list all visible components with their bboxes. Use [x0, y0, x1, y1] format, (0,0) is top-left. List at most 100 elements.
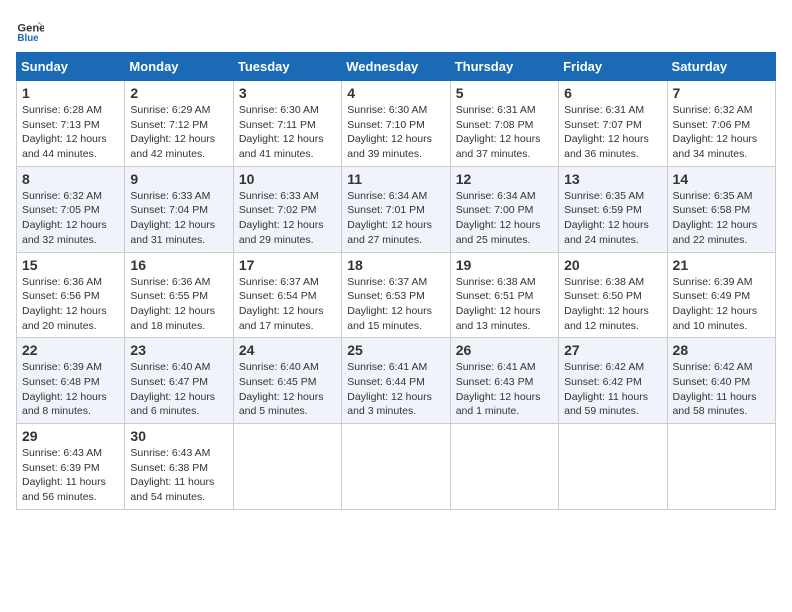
calendar-cell: 25 Sunrise: 6:41 AMSunset: 6:44 PMDayligh…: [342, 338, 450, 424]
calendar-cell: 17Sunrise: 6:37 AMSunset: 6:54 PMDayligh…: [233, 252, 341, 338]
calendar-cell: 28 Sunrise: 6:42 AMSunset: 6:40 PMDayligh…: [667, 338, 775, 424]
day-info: Sunrise: 6:33 AMSunset: 7:04 PMDaylight:…: [130, 189, 227, 248]
calendar-week-3: 15 Sunrise: 6:36 AMSunset: 6:56 PMDayligh…: [17, 252, 776, 338]
day-number: 16: [130, 257, 227, 273]
day-info: Sunrise: 6:38 AMSunset: 6:51 PMDaylight:…: [456, 275, 553, 334]
day-number: 23: [130, 342, 227, 358]
calendar-cell: 21Sunrise: 6:39 AMSunset: 6:49 PMDayligh…: [667, 252, 775, 338]
day-info: Sunrise: 6:43 AMSunset: 6:39 PMDaylight:…: [22, 446, 119, 505]
weekday-header-saturday: Saturday: [667, 53, 775, 81]
day-number: 18: [347, 257, 444, 273]
calendar-cell: 20 Sunrise: 6:38 AMSunset: 6:50 PMDayligh…: [559, 252, 667, 338]
weekday-header-wednesday: Wednesday: [342, 53, 450, 81]
calendar-cell: 24 Sunrise: 6:40 AMSunset: 6:45 PMDayligh…: [233, 338, 341, 424]
calendar-cell: 29 Sunrise: 6:43 AMSunset: 6:39 PMDayligh…: [17, 424, 125, 510]
day-info: Sunrise: 6:37 AMSunset: 6:54 PMDaylight:…: [239, 275, 336, 334]
calendar-cell: 19 Sunrise: 6:38 AMSunset: 6:51 PMDayligh…: [450, 252, 558, 338]
calendar-cell: [450, 424, 558, 510]
calendar-cell: 6 Sunrise: 6:31 AMSunset: 7:07 PMDaylight…: [559, 81, 667, 167]
day-number: 15: [22, 257, 119, 273]
day-info: Sunrise: 6:31 AMSunset: 7:07 PMDaylight:…: [564, 103, 661, 162]
calendar-cell: 3 Sunrise: 6:30 AMSunset: 7:11 PMDaylight…: [233, 81, 341, 167]
calendar-table: SundayMondayTuesdayWednesdayThursdayFrid…: [16, 52, 776, 510]
day-number: 7: [673, 85, 770, 101]
calendar-cell: 18 Sunrise: 6:37 AMSunset: 6:53 PMDayligh…: [342, 252, 450, 338]
calendar-week-5: 29 Sunrise: 6:43 AMSunset: 6:39 PMDayligh…: [17, 424, 776, 510]
day-number: 28: [673, 342, 770, 358]
day-number: 25: [347, 342, 444, 358]
weekday-header-tuesday: Tuesday: [233, 53, 341, 81]
day-info: Sunrise: 6:35 AMSunset: 6:58 PMDaylight:…: [673, 189, 770, 248]
day-info: Sunrise: 6:31 AMSunset: 7:08 PMDaylight:…: [456, 103, 553, 162]
calendar-cell: 1 Sunrise: 6:28 AMSunset: 7:13 PMDaylight…: [17, 81, 125, 167]
day-info: Sunrise: 6:32 AMSunset: 7:05 PMDaylight:…: [22, 189, 119, 248]
calendar-cell: [233, 424, 341, 510]
calendar-cell: [559, 424, 667, 510]
logo: General Blue: [16, 16, 48, 44]
day-number: 4: [347, 85, 444, 101]
day-info: Sunrise: 6:30 AMSunset: 7:10 PMDaylight:…: [347, 103, 444, 162]
day-number: 26: [456, 342, 553, 358]
day-info: Sunrise: 6:30 AMSunset: 7:11 PMDaylight:…: [239, 103, 336, 162]
calendar-cell: 10 Sunrise: 6:33 AMSunset: 7:02 PMDayligh…: [233, 166, 341, 252]
day-number: 24: [239, 342, 336, 358]
calendar-week-2: 8 Sunrise: 6:32 AMSunset: 7:05 PMDaylight…: [17, 166, 776, 252]
calendar-cell: 4 Sunrise: 6:30 AMSunset: 7:10 PMDaylight…: [342, 81, 450, 167]
calendar-body: 1 Sunrise: 6:28 AMSunset: 7:13 PMDaylight…: [17, 81, 776, 510]
day-number: 9: [130, 171, 227, 187]
day-info: Sunrise: 6:42 AMSunset: 6:42 PMDaylight:…: [564, 360, 661, 419]
calendar-cell: 26Sunrise: 6:41 AMSunset: 6:43 PMDayligh…: [450, 338, 558, 424]
day-number: 29: [22, 428, 119, 444]
calendar-cell: 2Sunrise: 6:29 AMSunset: 7:12 PMDaylight…: [125, 81, 233, 167]
day-number: 20: [564, 257, 661, 273]
day-number: 27: [564, 342, 661, 358]
day-number: 19: [456, 257, 553, 273]
day-info: Sunrise: 6:28 AMSunset: 7:13 PMDaylight:…: [22, 103, 119, 162]
weekday-header-row: SundayMondayTuesdayWednesdayThursdayFrid…: [17, 53, 776, 81]
calendar-cell: 8 Sunrise: 6:32 AMSunset: 7:05 PMDaylight…: [17, 166, 125, 252]
day-number: 14: [673, 171, 770, 187]
day-info: Sunrise: 6:40 AMSunset: 6:47 PMDaylight:…: [130, 360, 227, 419]
calendar-cell: 30Sunrise: 6:43 AMSunset: 6:38 PMDayligh…: [125, 424, 233, 510]
day-number: 3: [239, 85, 336, 101]
day-info: Sunrise: 6:41 AMSunset: 6:44 PMDaylight:…: [347, 360, 444, 419]
day-number: 5: [456, 85, 553, 101]
calendar-cell: 14 Sunrise: 6:35 AMSunset: 6:58 PMDayligh…: [667, 166, 775, 252]
day-info: Sunrise: 6:39 AMSunset: 6:49 PMDaylight:…: [673, 275, 770, 334]
calendar-week-1: 1 Sunrise: 6:28 AMSunset: 7:13 PMDaylight…: [17, 81, 776, 167]
weekday-header-sunday: Sunday: [17, 53, 125, 81]
day-info: Sunrise: 6:40 AMSunset: 6:45 PMDaylight:…: [239, 360, 336, 419]
day-number: 10: [239, 171, 336, 187]
day-info: Sunrise: 6:37 AMSunset: 6:53 PMDaylight:…: [347, 275, 444, 334]
day-number: 30: [130, 428, 227, 444]
calendar-cell: 15 Sunrise: 6:36 AMSunset: 6:56 PMDayligh…: [17, 252, 125, 338]
day-number: 1: [22, 85, 119, 101]
day-info: Sunrise: 6:42 AMSunset: 6:40 PMDaylight:…: [673, 360, 770, 419]
weekday-header-monday: Monday: [125, 53, 233, 81]
calendar-cell: 16 Sunrise: 6:36 AMSunset: 6:55 PMDayligh…: [125, 252, 233, 338]
day-info: Sunrise: 6:35 AMSunset: 6:59 PMDaylight:…: [564, 189, 661, 248]
calendar-cell: 5 Sunrise: 6:31 AMSunset: 7:08 PMDaylight…: [450, 81, 558, 167]
day-info: Sunrise: 6:39 AMSunset: 6:48 PMDaylight:…: [22, 360, 119, 419]
day-info: Sunrise: 6:36 AMSunset: 6:56 PMDaylight:…: [22, 275, 119, 334]
day-info: Sunrise: 6:34 AMSunset: 7:00 PMDaylight:…: [456, 189, 553, 248]
calendar-cell: 9 Sunrise: 6:33 AMSunset: 7:04 PMDaylight…: [125, 166, 233, 252]
calendar-cell: 11 Sunrise: 6:34 AMSunset: 7:01 PMDayligh…: [342, 166, 450, 252]
day-number: 8: [22, 171, 119, 187]
day-info: Sunrise: 6:34 AMSunset: 7:01 PMDaylight:…: [347, 189, 444, 248]
day-number: 13: [564, 171, 661, 187]
day-number: 11: [347, 171, 444, 187]
calendar-cell: 7 Sunrise: 6:32 AMSunset: 7:06 PMDaylight…: [667, 81, 775, 167]
day-number: 22: [22, 342, 119, 358]
calendar-cell: 22 Sunrise: 6:39 AMSunset: 6:48 PMDayligh…: [17, 338, 125, 424]
calendar-cell: 13 Sunrise: 6:35 AMSunset: 6:59 PMDayligh…: [559, 166, 667, 252]
weekday-header-friday: Friday: [559, 53, 667, 81]
day-info: Sunrise: 6:32 AMSunset: 7:06 PMDaylight:…: [673, 103, 770, 162]
day-info: Sunrise: 6:36 AMSunset: 6:55 PMDaylight:…: [130, 275, 227, 334]
day-info: Sunrise: 6:33 AMSunset: 7:02 PMDaylight:…: [239, 189, 336, 248]
calendar-cell: 12Sunrise: 6:34 AMSunset: 7:00 PMDayligh…: [450, 166, 558, 252]
calendar-cell: 23 Sunrise: 6:40 AMSunset: 6:47 PMDayligh…: [125, 338, 233, 424]
calendar-week-4: 22 Sunrise: 6:39 AMSunset: 6:48 PMDayligh…: [17, 338, 776, 424]
day-info: Sunrise: 6:38 AMSunset: 6:50 PMDaylight:…: [564, 275, 661, 334]
day-number: 6: [564, 85, 661, 101]
